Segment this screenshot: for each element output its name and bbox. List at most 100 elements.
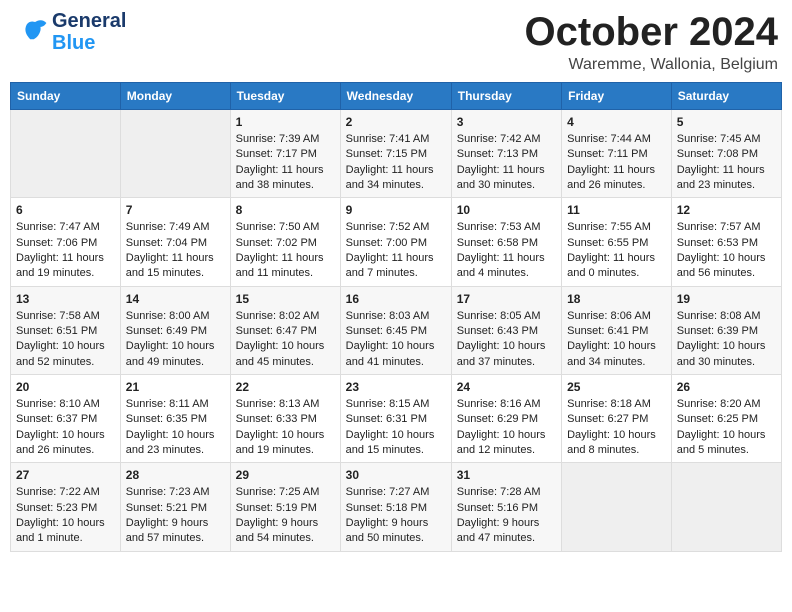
daylight-text: Daylight: 11 hours and 19 minutes. xyxy=(16,252,104,279)
daylight-text: Daylight: 9 hours and 54 minutes. xyxy=(236,517,319,544)
sunset-text: Sunset: 5:19 PM xyxy=(236,502,317,514)
sunset-text: Sunset: 7:00 PM xyxy=(346,237,427,249)
calendar-header-row: SundayMondayTuesdayWednesdayThursdayFrid… xyxy=(11,83,782,110)
calendar-cell: 25Sunrise: 8:18 AMSunset: 6:27 PMDayligh… xyxy=(562,375,672,463)
day-number: 28 xyxy=(126,467,225,484)
header: General Blue October 2024 Waremme, Wallo… xyxy=(10,10,782,74)
sunrise-text: Sunrise: 8:02 AM xyxy=(236,310,320,322)
calendar-week-5: 27 Sunrise: 7:22 AM Sunset: 5:23 PM Dayligh… xyxy=(11,463,782,551)
col-header-tuesday: Tuesday xyxy=(230,83,340,110)
sunset-text: Sunset: 6:45 PM xyxy=(346,325,427,337)
sunrise-text: Sunrise: 8:08 AM xyxy=(677,310,761,322)
daylight-text: Daylight: 9 hours and 47 minutes. xyxy=(457,517,540,544)
day-number: 21 xyxy=(126,379,225,396)
calendar-cell: 26Sunrise: 8:20 AMSunset: 6:25 PMDayligh… xyxy=(671,375,781,463)
sunset-text: Sunset: 6:33 PM xyxy=(236,413,317,425)
sunrise-text: Sunrise: 7:53 AM xyxy=(457,221,541,233)
sunset-text: Sunset: 5:16 PM xyxy=(457,502,538,514)
sunrise-text: Sunrise: 7:22 AM xyxy=(16,486,100,498)
sunrise-text: Sunrise: 8:16 AM xyxy=(457,398,541,410)
daylight-text: Daylight: 11 hours and 11 minutes. xyxy=(236,252,324,279)
day-number: 5 xyxy=(677,114,776,131)
day-number: 15 xyxy=(236,291,335,308)
daylight-text: Daylight: 10 hours and 41 minutes. xyxy=(346,340,435,367)
day-number: 30 xyxy=(346,467,446,484)
calendar-cell: 29 Sunrise: 7:25 AM Sunset: 5:19 PM Dayligh… xyxy=(230,463,340,551)
daylight-text: Daylight: 10 hours and 37 minutes. xyxy=(457,340,546,367)
sunrise-text: Sunrise: 8:10 AM xyxy=(16,398,100,410)
calendar-cell: 16Sunrise: 8:03 AMSunset: 6:45 PMDayligh… xyxy=(340,286,451,374)
calendar-cell: 24Sunrise: 8:16 AMSunset: 6:29 PMDayligh… xyxy=(451,375,561,463)
sunset-text: Sunset: 7:08 PM xyxy=(677,148,758,160)
calendar-week-1: 1Sunrise: 7:39 AMSunset: 7:17 PMDaylight… xyxy=(11,110,782,198)
sunset-text: Sunset: 6:55 PM xyxy=(567,237,648,249)
sunset-text: Sunset: 6:39 PM xyxy=(677,325,758,337)
daylight-text: Daylight: 10 hours and 45 minutes. xyxy=(236,340,325,367)
calendar-cell: 7Sunrise: 7:49 AMSunset: 7:04 PMDaylight… xyxy=(120,198,230,286)
day-number: 29 xyxy=(236,467,335,484)
daylight-text: Daylight: 9 hours and 50 minutes. xyxy=(346,517,429,544)
sunrise-text: Sunrise: 8:15 AM xyxy=(346,398,430,410)
sunset-text: Sunset: 7:13 PM xyxy=(457,148,538,160)
daylight-text: Daylight: 10 hours and 52 minutes. xyxy=(16,340,105,367)
month-title: October 2024 xyxy=(525,10,778,54)
day-number: 8 xyxy=(236,202,335,219)
sunset-text: Sunset: 6:43 PM xyxy=(457,325,538,337)
day-number: 19 xyxy=(677,291,776,308)
sunrise-text: Sunrise: 7:27 AM xyxy=(346,486,430,498)
sunrise-text: Sunrise: 7:50 AM xyxy=(236,221,320,233)
sunrise-text: Sunrise: 7:52 AM xyxy=(346,221,430,233)
sunrise-text: Sunrise: 7:49 AM xyxy=(126,221,210,233)
daylight-text: Daylight: 11 hours and 0 minutes. xyxy=(567,252,655,279)
calendar-cell xyxy=(11,110,121,198)
sunset-text: Sunset: 6:53 PM xyxy=(677,237,758,249)
sunset-text: Sunset: 7:04 PM xyxy=(126,237,207,249)
sunset-text: Sunset: 6:25 PM xyxy=(677,413,758,425)
sunrise-text: Sunrise: 7:44 AM xyxy=(567,133,651,145)
calendar-table: SundayMondayTuesdayWednesdayThursdayFrid… xyxy=(10,82,782,552)
sunrise-text: Sunrise: 7:41 AM xyxy=(346,133,430,145)
daylight-text: Daylight: 10 hours and 19 minutes. xyxy=(236,429,325,456)
calendar-cell: 6Sunrise: 7:47 AMSunset: 7:06 PMDaylight… xyxy=(11,198,121,286)
location-subtitle: Waremme, Wallonia, Belgium xyxy=(525,56,778,74)
title-area: October 2024 Waremme, Wallonia, Belgium xyxy=(525,10,778,74)
calendar-cell: 9Sunrise: 7:52 AMSunset: 7:00 PMDaylight… xyxy=(340,198,451,286)
calendar-cell: 1Sunrise: 7:39 AMSunset: 7:17 PMDaylight… xyxy=(230,110,340,198)
sunrise-text: Sunrise: 7:23 AM xyxy=(126,486,210,498)
logo: General Blue xyxy=(14,10,126,54)
daylight-text: Daylight: 10 hours and 8 minutes. xyxy=(567,429,656,456)
day-number: 24 xyxy=(457,379,556,396)
sunrise-text: Sunrise: 8:06 AM xyxy=(567,310,651,322)
sunset-text: Sunset: 6:27 PM xyxy=(567,413,648,425)
day-number: 3 xyxy=(457,114,556,131)
calendar-cell: 5Sunrise: 7:45 AMSunset: 7:08 PMDaylight… xyxy=(671,110,781,198)
day-number: 7 xyxy=(126,202,225,219)
col-header-saturday: Saturday xyxy=(671,83,781,110)
sunset-text: Sunset: 6:47 PM xyxy=(236,325,317,337)
sunrise-text: Sunrise: 7:25 AM xyxy=(236,486,320,498)
sunset-text: Sunset: 6:37 PM xyxy=(16,413,97,425)
calendar-cell: 3Sunrise: 7:42 AMSunset: 7:13 PMDaylight… xyxy=(451,110,561,198)
logo-general-text: General xyxy=(52,10,126,32)
calendar-cell: 12Sunrise: 7:57 AMSunset: 6:53 PMDayligh… xyxy=(671,198,781,286)
day-number: 27 xyxy=(16,467,115,484)
sunset-text: Sunset: 6:31 PM xyxy=(346,413,427,425)
sunrise-text: Sunrise: 7:28 AM xyxy=(457,486,541,498)
day-number: 6 xyxy=(16,202,115,219)
sunset-text: Sunset: 5:23 PM xyxy=(16,502,97,514)
sunrise-text: Sunrise: 8:20 AM xyxy=(677,398,761,410)
daylight-text: Daylight: 10 hours and 23 minutes. xyxy=(126,429,215,456)
calendar-cell: 14Sunrise: 8:00 AMSunset: 6:49 PMDayligh… xyxy=(120,286,230,374)
calendar-cell: 10Sunrise: 7:53 AMSunset: 6:58 PMDayligh… xyxy=(451,198,561,286)
calendar-cell xyxy=(562,463,672,551)
calendar-cell xyxy=(120,110,230,198)
sunset-text: Sunset: 6:58 PM xyxy=(457,237,538,249)
daylight-text: Daylight: 10 hours and 34 minutes. xyxy=(567,340,656,367)
daylight-text: Daylight: 10 hours and 30 minutes. xyxy=(677,340,766,367)
daylight-text: Daylight: 11 hours and 26 minutes. xyxy=(567,164,655,191)
day-number: 12 xyxy=(677,202,776,219)
logo-icon xyxy=(14,14,50,50)
calendar-cell: 23Sunrise: 8:15 AMSunset: 6:31 PMDayligh… xyxy=(340,375,451,463)
calendar-cell: 20Sunrise: 8:10 AMSunset: 6:37 PMDayligh… xyxy=(11,375,121,463)
calendar-cell: 11Sunrise: 7:55 AMSunset: 6:55 PMDayligh… xyxy=(562,198,672,286)
